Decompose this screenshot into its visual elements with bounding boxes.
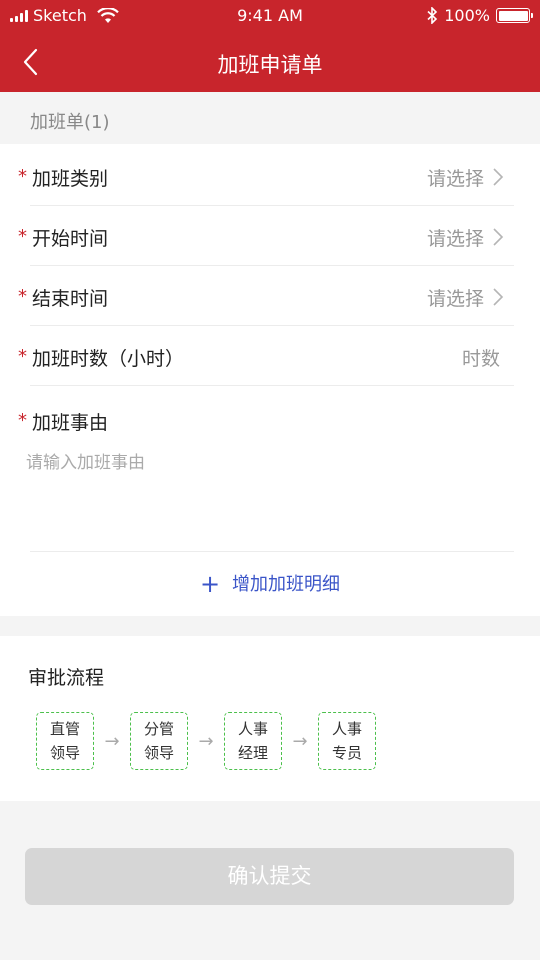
- nav-bar: 加班申请单: [0, 32, 540, 92]
- field-start-time[interactable]: * 开始时间 请选择: [18, 206, 514, 266]
- status-right: 100%: [427, 6, 533, 25]
- page-title: 加班申请单: [217, 53, 323, 77]
- field-value: 请选择: [426, 168, 484, 190]
- battery-percent: 100%: [444, 6, 490, 25]
- submit-button[interactable]: 确认提交: [25, 848, 514, 905]
- chevron-right-icon: [493, 288, 504, 306]
- required-mark: *: [18, 226, 27, 247]
- approval-step: 直管 领导: [36, 712, 94, 770]
- step-text: 人事: [331, 720, 362, 738]
- field-label: 结束时间: [32, 288, 109, 310]
- approval-step: 分管 领导: [130, 712, 188, 770]
- approval-step: 人事 专员: [318, 712, 376, 770]
- required-mark: *: [18, 166, 27, 187]
- chevron-left-icon: [23, 48, 38, 76]
- reason-label: 加班事由: [32, 412, 109, 434]
- field-overtime-hours[interactable]: * 加班时数（小时） 时数: [18, 326, 514, 386]
- arrow-right-icon: →: [198, 730, 214, 752]
- back-button[interactable]: [14, 44, 50, 80]
- add-detail-label: 增加加班明细: [232, 574, 341, 595]
- arrow-right-icon: →: [104, 730, 120, 752]
- approval-card: 审批流程 直管 领导 → 分管 领导 → 人事 经理 → 人事 专员: [0, 636, 540, 801]
- field-label: 加班时数（小时）: [32, 348, 185, 370]
- form-card: * 加班类别 请选择 * 开始时间 请选择 * 结束时间 请选择 * 加班时数（…: [0, 144, 540, 616]
- field-value: 请选择: [426, 228, 484, 250]
- step-text: 分管: [143, 720, 174, 738]
- step-text: 直管: [49, 720, 80, 738]
- bluetooth-icon: [427, 7, 438, 24]
- step-text: 领导: [49, 744, 80, 762]
- field-label: 开始时间: [32, 228, 109, 250]
- required-mark: *: [18, 410, 27, 431]
- approval-title: 审批流程: [28, 667, 105, 689]
- field-label: 加班类别: [32, 168, 109, 190]
- battery-icon: [496, 8, 533, 23]
- required-mark: *: [18, 346, 27, 367]
- field-value: 请选择: [426, 288, 484, 310]
- section-label: 加班单(1): [30, 112, 110, 133]
- hours-input[interactable]: 时数: [462, 344, 500, 371]
- step-text: 人事: [237, 720, 268, 738]
- arrow-right-icon: →: [292, 730, 308, 752]
- app-header: Sketch 9:41 AM 100% 加班申请单: [0, 0, 540, 92]
- status-bar: Sketch 9:41 AM 100%: [0, 0, 540, 32]
- step-text: 专员: [331, 744, 362, 762]
- overtime-reason-block: * 加班事由: [18, 386, 514, 552]
- approval-flow: 直管 领导 → 分管 领导 → 人事 经理 → 人事 专员: [36, 712, 376, 770]
- approval-step: 人事 经理: [224, 712, 282, 770]
- chevron-right-icon: [493, 168, 504, 186]
- plus-icon: +: [199, 570, 221, 598]
- step-text: 领导: [143, 744, 174, 762]
- reason-input[interactable]: [26, 448, 510, 544]
- field-overtime-type[interactable]: * 加班类别 请选择: [18, 146, 514, 206]
- add-detail-button[interactable]: + 增加加班明细: [0, 570, 540, 598]
- field-end-time[interactable]: * 结束时间 请选择: [18, 266, 514, 326]
- step-text: 经理: [237, 744, 268, 762]
- required-mark: *: [18, 286, 27, 307]
- chevron-right-icon: [493, 228, 504, 246]
